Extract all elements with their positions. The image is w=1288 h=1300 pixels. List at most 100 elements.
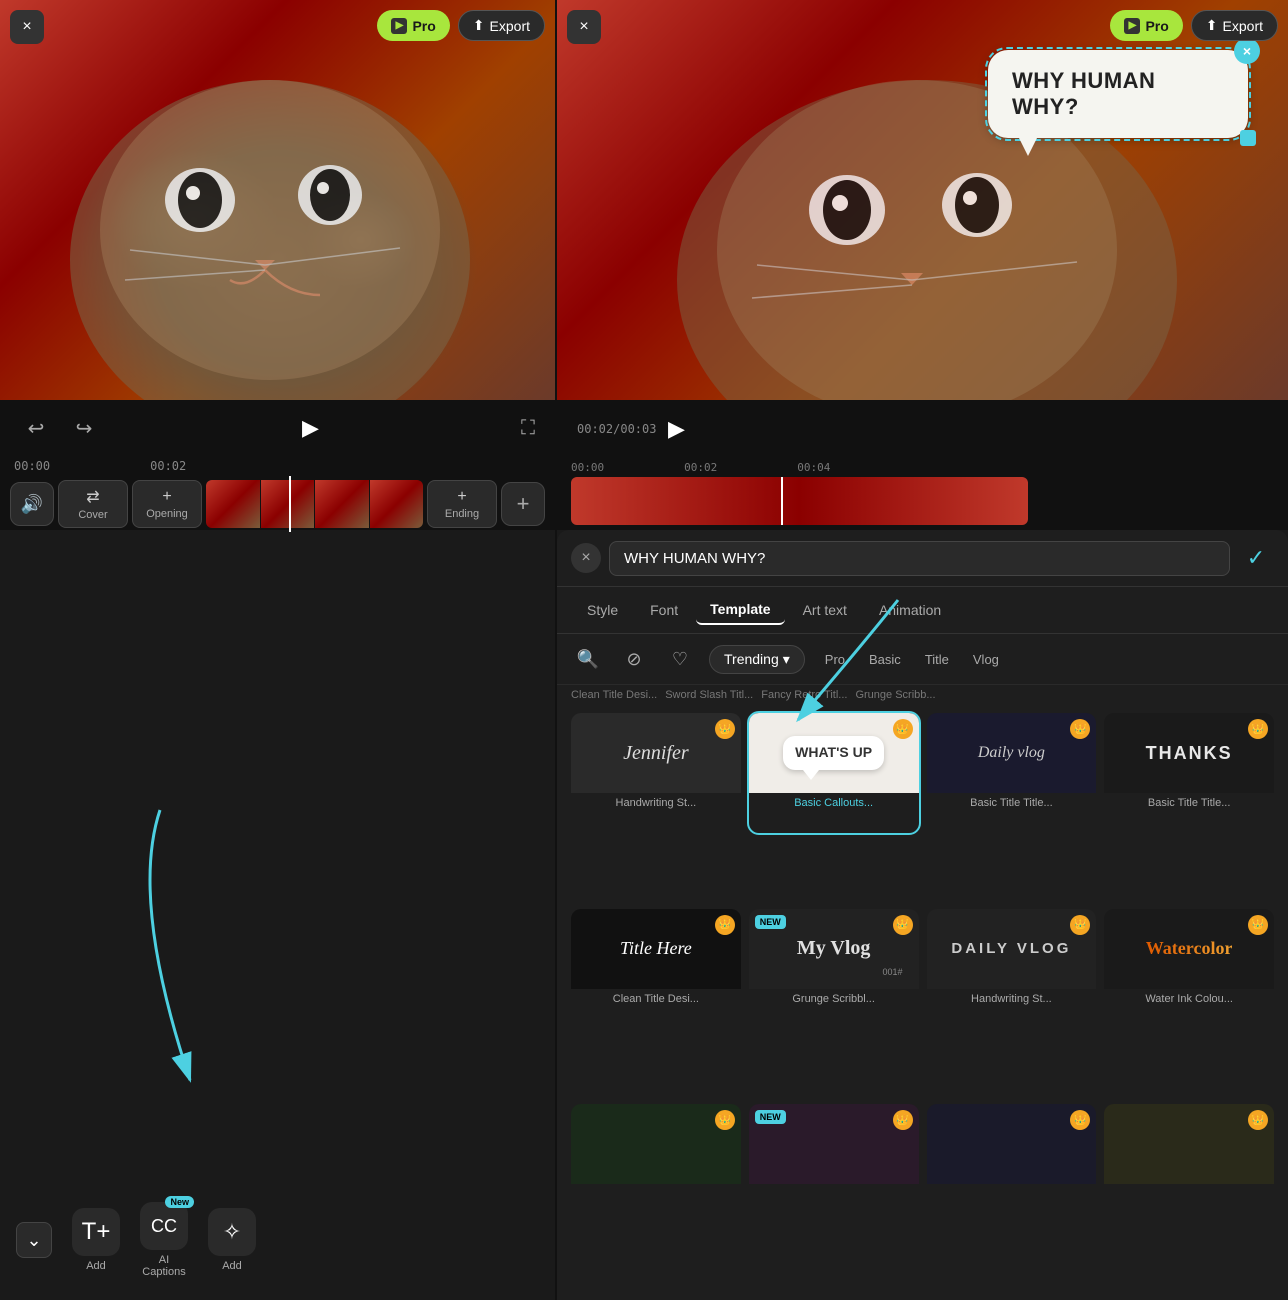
left-video-bg [0, 0, 555, 400]
ai-captions-icon[interactable]: CC New [140, 1202, 188, 1250]
template-watercolor-label: Water Ink Colou... [1104, 989, 1274, 1009]
tab-font[interactable]: Font [636, 595, 692, 625]
add-effect-tool[interactable]: ✧ Add [208, 1208, 256, 1272]
template-row3-1[interactable]: 👑 [571, 1104, 741, 1224]
tab-bar: Style Font Template Art text Animation [557, 587, 1288, 634]
right-filmstrip-area [557, 477, 1288, 530]
add-clip-button[interactable]: + [501, 482, 545, 526]
crown-badge-1: 👑 [715, 719, 735, 739]
heart-filter-button[interactable]: ♡ [663, 642, 697, 676]
filter-tags: Pro Basic Title Vlog [817, 648, 1007, 671]
clip-opening[interactable]: + Opening [132, 480, 202, 528]
template-handwriting[interactable]: 👑 Jennifer Handwriting St... [571, 713, 741, 833]
pro-icon: ▶ [391, 18, 407, 34]
template-row3-1-bg: 👑 [571, 1104, 741, 1184]
template-row3-4[interactable]: 👑 [1104, 1104, 1274, 1224]
undo-button[interactable]: ↩ [20, 412, 52, 444]
template-watercolor-text: Watercolor [1146, 938, 1233, 959]
tab-art-text[interactable]: Art text [789, 595, 861, 625]
new-tag-3: NEW [755, 1110, 786, 1124]
category-label-4: Grunge Scribb... [855, 689, 935, 701]
template-row3-4-label [1104, 1184, 1274, 1192]
add-effect-icon[interactable]: ✧ [208, 1208, 256, 1256]
pro-icon-right: ▶ [1124, 18, 1140, 34]
trending-dropdown[interactable]: Trending ▾ [709, 645, 805, 674]
ai-captions-label: AICaptions [142, 1254, 185, 1278]
filter-tag-vlog[interactable]: Vlog [965, 648, 1007, 671]
template-thanks-label: Basic Title Title... [1104, 793, 1274, 813]
right-filmstrip [571, 477, 1028, 525]
add-text-tool[interactable]: T+ Add [72, 1208, 120, 1272]
right-cursor [781, 477, 783, 525]
right-play-button[interactable]: ▶ [656, 409, 696, 449]
bubble-close-button[interactable]: × [1234, 38, 1260, 64]
crown-badge-5: 👑 [715, 915, 735, 935]
opening-label: Opening [146, 508, 188, 520]
template-daily-vlog-2-label: Handwriting St... [927, 989, 1097, 1009]
bubble-resize-handle[interactable] [1240, 130, 1256, 146]
speech-bubble[interactable]: × WHY HUMAN WHY? [988, 50, 1248, 138]
clip-ending[interactable]: + Ending [427, 480, 497, 528]
redo-button[interactable]: ↪ [68, 412, 100, 444]
ai-captions-tool[interactable]: CC New AICaptions [140, 1202, 188, 1278]
new-badge: New [165, 1196, 194, 1208]
template-daily-vlog-label: Basic Title Title... [927, 793, 1097, 813]
clip-cover[interactable]: ⇄ Cover [58, 480, 128, 528]
filter-tag-basic[interactable]: Basic [861, 648, 909, 671]
speech-bubble-wrapper[interactable]: × WHY HUMAN WHY? [988, 50, 1248, 138]
my-vlog-sub: 001# [882, 967, 902, 977]
template-daily-vlog-2[interactable]: 👑 DAILY VLOG Handwriting St... [927, 909, 1097, 1029]
teal-arrow-1 [70, 800, 250, 1100]
right-time-4: 00:04 [797, 461, 830, 474]
tab-animation[interactable]: Animation [865, 595, 955, 625]
right-ruler-row: 00:00 00:02 00:04 [557, 458, 1288, 477]
left-export-button[interactable]: ⬆ Export [458, 10, 545, 41]
lower-section: ⌄ T+ Add CC New AICaptions [0, 530, 1288, 1300]
search-filter-button[interactable]: 🔍 [571, 642, 605, 676]
left-pro-button[interactable]: ▶ Pro [377, 10, 449, 41]
left-close-button[interactable]: × [10, 10, 44, 44]
template-daily-vlog[interactable]: 👑 Daily vlog Basic Title Title... [927, 713, 1097, 833]
filmstrip[interactable] [206, 480, 423, 528]
add-effect-label: Add [222, 1260, 242, 1272]
template-daily-vlog-2-text: DAILY VLOG [951, 940, 1071, 957]
template-row3-2[interactable]: 👑 NEW [749, 1104, 919, 1224]
blocked-filter-button[interactable]: ⊘ [617, 642, 651, 676]
fullscreen-button[interactable]: ⛶ [521, 417, 535, 440]
right-middle: 00:02/00:03 ▶ 00:00 00:02 00:04 [557, 400, 1288, 530]
left-timeline: 00:00 00:02 🔊 ⇄ Cover + Opening [0, 456, 555, 532]
text-input-row: × ✓ [557, 530, 1288, 587]
template-thanks[interactable]: 👑 THANKS Basic Title Title... [1104, 713, 1274, 833]
text-editor-close-button[interactable]: × [571, 543, 601, 573]
crown-badge-8: 👑 [1248, 915, 1268, 935]
audio-button[interactable]: 🔊 [10, 482, 54, 526]
crown-badge-3: 👑 [1070, 719, 1090, 739]
template-row3-3[interactable]: 👑 [927, 1104, 1097, 1224]
crown-badge-10: 👑 [893, 1110, 913, 1130]
right-pro-button[interactable]: ▶ Pro [1110, 10, 1182, 41]
text-confirm-button[interactable]: ✓ [1238, 540, 1274, 576]
crown-badge-7: 👑 [1070, 915, 1090, 935]
add-text-icon[interactable]: T+ [72, 1208, 120, 1256]
filter-tag-title[interactable]: Title [917, 648, 957, 671]
tab-template[interactable]: Template [696, 595, 784, 625]
tab-style[interactable]: Style [573, 595, 632, 625]
ending-label: Ending [445, 508, 479, 520]
crown-badge-6: 👑 [893, 915, 913, 935]
template-my-vlog[interactable]: 👑 NEW My Vlog 001# Grunge Scribbl... [749, 909, 919, 1029]
category-label-3: Fancy Retro Titl... [761, 689, 847, 701]
text-input-field[interactable] [609, 541, 1230, 576]
template-row3-3-label [927, 1184, 1097, 1192]
template-callout[interactable]: 👑 WHAT'S UP Basic Callouts... [749, 713, 919, 833]
template-title-here-label: Clean Title Desi... [571, 989, 741, 1009]
right-time-display: 00:02/00:03 [577, 422, 656, 436]
bottom-controls: ⌄ T+ Add CC New AICaptions [0, 1200, 555, 1280]
template-title-here[interactable]: 👑 Title Here Clean Title Desi... [571, 909, 741, 1029]
right-export-button[interactable]: ⬆ Export [1191, 10, 1278, 41]
callout-preview-text: WHAT'S UP [795, 744, 872, 760]
chevron-down-button[interactable]: ⌄ [16, 1222, 52, 1258]
filter-tag-pro[interactable]: Pro [817, 648, 853, 671]
right-close-button[interactable]: × [567, 10, 601, 44]
template-watercolor[interactable]: 👑 Watercolor Water Ink Colou... [1104, 909, 1274, 1029]
left-play-button[interactable]: ▶ [291, 408, 331, 448]
